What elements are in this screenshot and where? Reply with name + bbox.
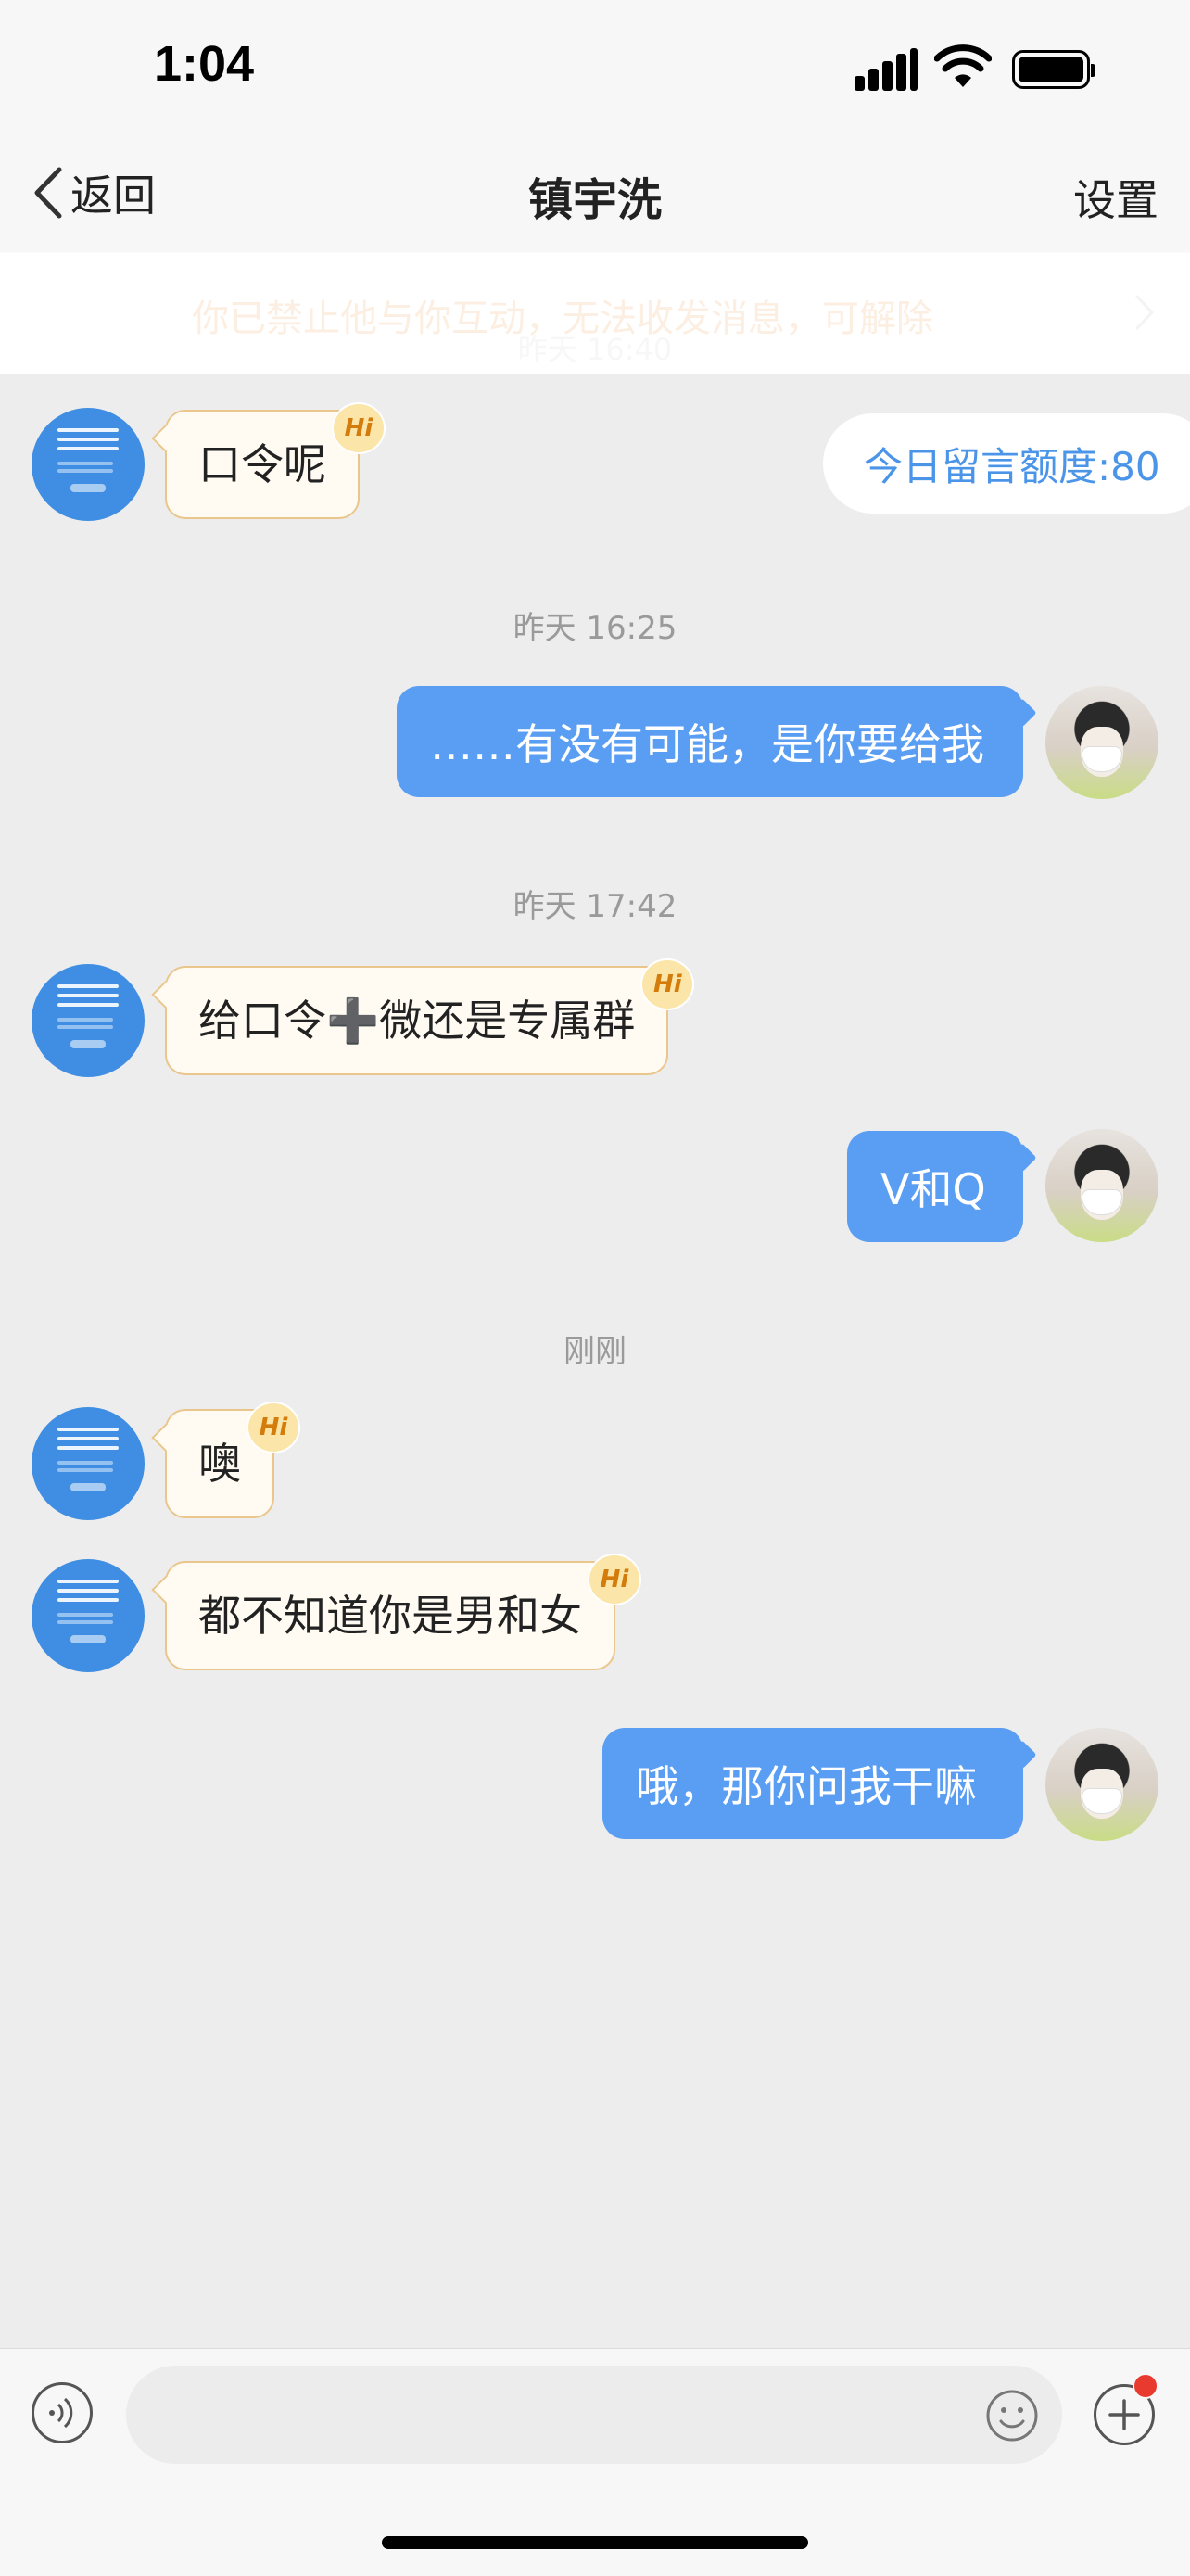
message-input[interactable] bbox=[126, 2366, 1062, 2464]
page-title: 镇宇洗 bbox=[527, 174, 662, 226]
message-bubble-in[interactable]: 口令呢 Hi bbox=[165, 402, 386, 519]
message-bubble-in[interactable]: 都不知道你是男和女 Hi bbox=[165, 1554, 641, 1670]
contact-avatar[interactable] bbox=[32, 1559, 145, 1672]
user-avatar[interactable] bbox=[1045, 686, 1158, 799]
settings-button[interactable]: 设置 bbox=[1073, 167, 1158, 228]
hi-badge-icon: Hi bbox=[588, 1554, 641, 1605]
message-text: V和Q bbox=[880, 1164, 986, 1214]
contact-avatar[interactable] bbox=[32, 964, 145, 1077]
emoji-icon[interactable] bbox=[984, 2388, 1040, 2443]
top-bar: 1:04 返回 镇宇洗 设置 bbox=[0, 0, 1190, 252]
timestamp: 昨天 16:25 bbox=[513, 610, 677, 647]
battery-icon bbox=[1012, 50, 1095, 89]
message-bubble-out[interactable]: ……有没有可能，是你要给我 bbox=[397, 686, 1023, 797]
hi-badge-icon: Hi bbox=[247, 1402, 300, 1453]
signal-icon bbox=[855, 48, 919, 91]
status-time: 1:04 bbox=[154, 36, 255, 92]
contact-avatar[interactable] bbox=[32, 1407, 145, 1520]
voice-icon bbox=[49, 2397, 73, 2429]
chevron-right-icon bbox=[1135, 295, 1155, 330]
message-text: 噢 bbox=[198, 1439, 241, 1489]
user-avatar[interactable] bbox=[1045, 1129, 1158, 1242]
message-bubble-out[interactable]: V和Q bbox=[847, 1131, 1023, 1242]
message-bubble-in[interactable]: 给口令➕微还是专属群 Hi bbox=[165, 958, 695, 1075]
message-bubble-out[interactable]: 哦，那你问我干嘛 bbox=[602, 1728, 1023, 1839]
contact-avatar[interactable] bbox=[32, 408, 145, 521]
home-indicator bbox=[382, 2536, 808, 2549]
wifi-icon bbox=[934, 44, 992, 87]
message-text: 给口令➕微还是专属群 bbox=[198, 996, 636, 1046]
timestamp: 昨天 17:42 bbox=[513, 888, 677, 925]
message-text: 哦，那你问我干嘛 bbox=[636, 1761, 977, 1811]
message-text: 口令呢 bbox=[198, 439, 326, 489]
message-text: 都不知道你是男和女 bbox=[198, 1591, 582, 1641]
message-bubble-in[interactable]: 噢 Hi bbox=[165, 1402, 300, 1518]
notification-dot bbox=[1133, 2373, 1158, 2399]
hi-badge-icon: Hi bbox=[332, 402, 386, 454]
message-text: ……有没有可能，是你要给我 bbox=[430, 719, 984, 769]
voice-button[interactable] bbox=[32, 2382, 93, 2443]
hi-badge-icon: Hi bbox=[640, 958, 695, 1010]
message-quota-pill: 今日留言额度:80 bbox=[823, 413, 1190, 514]
user-avatar[interactable] bbox=[1045, 1728, 1158, 1841]
timestamp: 刚刚 bbox=[563, 1333, 627, 1370]
partially-hidden-timestamp: 昨天 16:40 bbox=[517, 332, 673, 367]
